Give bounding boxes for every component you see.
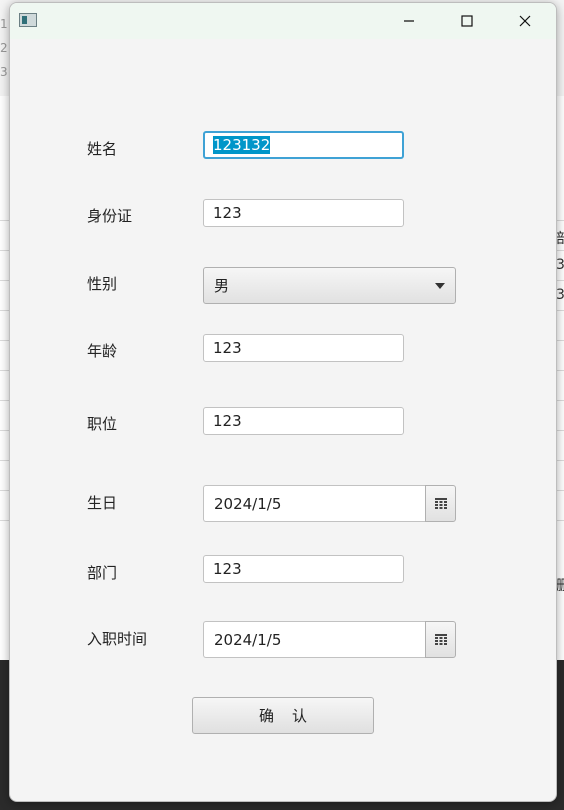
background-delete-button: 删: [556, 578, 564, 594]
id-card-label: 身份证: [87, 207, 133, 225]
id-card-field[interactable]: 123: [203, 199, 404, 227]
close-icon: [519, 15, 531, 27]
birthday-date-picker: 2024/1/5: [203, 485, 456, 522]
gender-label: 性别: [87, 275, 118, 293]
name-field-value: 123132: [213, 136, 271, 154]
age-label: 年龄: [87, 342, 118, 360]
hire-date-picker: 2024/1/5: [203, 621, 456, 658]
age-field[interactable]: 123: [203, 334, 404, 362]
hire-date-field[interactable]: 2024/1/5: [203, 621, 425, 658]
edit-employee-dialog: 姓名 123132 身份证 123 性别 男 年龄 123 职位 123 生日 …: [9, 2, 557, 802]
birthday-label: 生日: [87, 494, 118, 512]
background-column-header: 部: [556, 231, 564, 247]
calendar-icon: [434, 634, 447, 645]
name-field[interactable]: 123132: [203, 131, 404, 159]
title-bar[interactable]: [10, 3, 556, 39]
hire-date-label: 入职时间: [87, 630, 148, 648]
position-field[interactable]: 123: [203, 407, 404, 435]
birthday-calendar-button[interactable]: [425, 485, 456, 522]
maximize-icon: [461, 15, 473, 27]
calendar-icon: [434, 498, 447, 509]
name-label: 姓名: [87, 140, 118, 158]
department-label: 部门: [87, 564, 118, 582]
app-icon: [19, 13, 37, 27]
department-field[interactable]: 123: [203, 555, 404, 583]
minimize-icon: [404, 20, 414, 22]
gender-selected-value: 男: [214, 277, 230, 295]
gender-select[interactable]: 男: [203, 267, 456, 304]
minimize-button[interactable]: [386, 3, 432, 39]
hire-date-calendar-button[interactable]: [425, 621, 456, 658]
chevron-down-icon: [435, 283, 445, 289]
close-button[interactable]: [502, 3, 548, 39]
birthday-field[interactable]: 2024/1/5: [203, 485, 425, 522]
position-label: 职位: [87, 415, 118, 433]
maximize-button[interactable]: [444, 3, 490, 39]
background-cell: 3: [556, 287, 564, 303]
background-cell: 3: [556, 257, 564, 273]
confirm-button[interactable]: 确认: [192, 697, 374, 734]
